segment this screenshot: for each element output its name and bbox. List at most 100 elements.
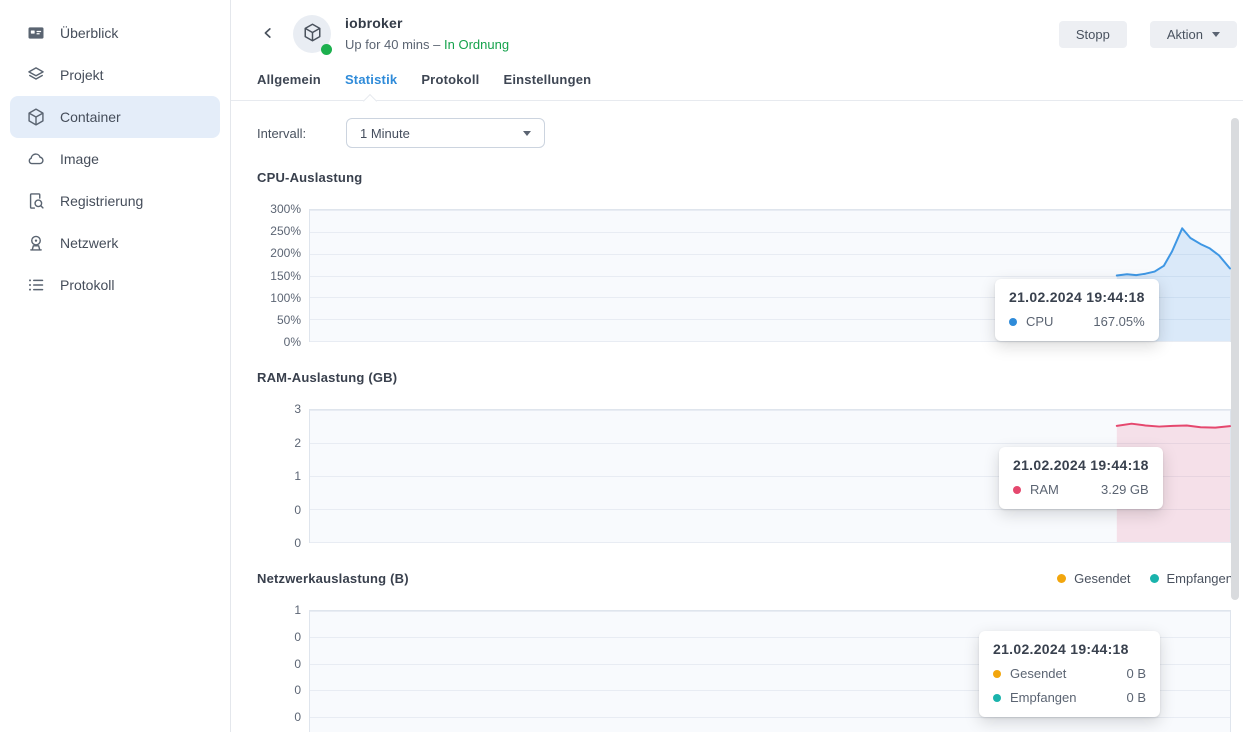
container-manager-window: Überblick Projekt Container Image Registrier…: [0, 0, 1243, 732]
tooltip-row: Gesendet 0 B: [993, 666, 1146, 681]
tab-statistik[interactable]: Statistik: [345, 72, 397, 87]
tooltip-series-label: Empfangen: [1010, 690, 1077, 705]
y-axis: 100000: [257, 603, 309, 732]
legend-dot-icon: [1149, 574, 1159, 583]
separator-text: –: [433, 36, 441, 52]
y-tick-label: 0%: [283, 335, 301, 349]
sidebar: Überblick Projekt Container Image Registrier…: [0, 0, 231, 732]
chart-header: Netzwerkauslastung (B) Gesendet Empfangen: [257, 571, 1243, 586]
gridline: [310, 611, 1230, 612]
running-status-dot: [321, 44, 332, 55]
chart-title: CPU-Auslastung: [257, 170, 363, 185]
sidebar-item-protokoll[interactable]: Protokoll: [10, 264, 220, 306]
chart-plot-area[interactable]: 21.02.2024 19:44:18 RAM 3.29 GB: [309, 409, 1231, 543]
interval-select[interactable]: 1 Minute: [346, 118, 545, 148]
y-tick-label: 300%: [270, 202, 301, 216]
tooltip-date: 21.02.2024 19:44:18: [1009, 289, 1145, 305]
chart-legend: Gesendet Empfangen: [1057, 571, 1233, 586]
uptime-text: Up for 40 mins: [345, 36, 430, 52]
series-dot-icon: [1009, 317, 1017, 326]
chart-title: RAM-Auslastung (GB): [257, 370, 398, 385]
tooltip-row: Empfangen 0 B: [993, 690, 1146, 705]
log-list-icon: [26, 275, 46, 295]
tooltip-row: RAM 3.29 GB: [1013, 482, 1149, 497]
network-hub-icon: [26, 233, 46, 253]
tooltip-series-value: 0 B: [1126, 666, 1146, 681]
tooltip-series-value: 167.05%: [1093, 314, 1145, 329]
tooltip-series-value: 3.29 GB: [1101, 482, 1149, 497]
series-dot-icon: [993, 669, 1001, 678]
legend-item: Gesendet: [1057, 571, 1131, 586]
registry-search-icon: [26, 191, 46, 211]
sidebar-item-image[interactable]: Image: [10, 138, 220, 180]
chart-netzwerk: Netzwerkauslastung (B) Gesendet Empfangen 1…: [257, 571, 1243, 732]
tab-protokoll[interactable]: Protokoll: [421, 72, 479, 87]
action-button-label: Aktion: [1166, 26, 1203, 42]
y-tick-label: 250%: [270, 224, 301, 239]
health-status-text: In Ordnung: [444, 36, 510, 52]
y-tick-label: 3: [294, 402, 301, 416]
project-layers-icon: [26, 65, 46, 85]
sidebar-item-container[interactable]: Container: [10, 96, 220, 138]
chart-plot-area[interactable]: 21.02.2024 19:44:18 Gesendet 0 B Empfangen 0…: [309, 610, 1231, 732]
tab-bar: Allgemein Statistik Protokoll Einstellungen: [231, 64, 1243, 109]
y-tick-label: 2: [294, 435, 301, 450]
chart-tooltip: 21.02.2024 19:44:18 RAM 3.29 GB: [999, 447, 1163, 509]
sidebar-item-registrierung[interactable]: Registrierung: [10, 180, 220, 222]
y-tick-label: 0: [294, 683, 301, 698]
sidebar-item-ueberblick[interactable]: Überblick: [10, 12, 220, 54]
chart-plot-area[interactable]: 21.02.2024 19:44:18 CPU 167.05%: [309, 209, 1231, 342]
y-tick-label: 50%: [276, 312, 301, 327]
chart-cpu: CPU-Auslastung 300% 250% 200% 150% 100% 50% 0% 2…: [257, 170, 1243, 349]
series-dot-icon: [1013, 485, 1021, 494]
chart-row: 10000021.02.2024 19:44:18Gesendet0 BEmpf…: [257, 603, 1243, 732]
stop-button-label: Stopp: [1075, 26, 1110, 42]
legend-label: Empfangen: [1166, 571, 1234, 586]
sidebar-item-label: Image: [60, 151, 99, 167]
overview-card-icon: [26, 23, 46, 43]
container-cube-icon: [302, 22, 323, 46]
stop-button[interactable]: Stopp: [1058, 20, 1127, 48]
y-tick-label: 1: [294, 603, 301, 617]
chart-tooltip: 21.02.2024 19:44:18 Gesendet 0 B Empfangen 0…: [979, 631, 1160, 717]
chevron-down-icon: [1212, 31, 1220, 37]
container-status-line: Up for 40 mins – In Ordnung: [345, 37, 509, 53]
container-avatar: [293, 15, 332, 55]
container-title-block: iobroker Up for 40 mins – In Ordnung: [345, 15, 509, 53]
chart-header: CPU-Auslastung: [257, 170, 1243, 185]
legend-label: Gesendet: [1074, 571, 1131, 586]
tooltip-series-label: CPU: [1026, 314, 1054, 329]
sidebar-item-label: Registrierung: [60, 193, 144, 209]
y-tick-label: 0: [294, 656, 301, 671]
chart-ram: RAM-Auslastung (GB) 3 2 1 0 0 21.02.2024 19:44…: [257, 370, 1243, 550]
tab-einstellungen[interactable]: Einstellungen: [503, 72, 591, 87]
chart-tooltip: 21.02.2024 19:44:18 CPU 167.05%: [995, 279, 1159, 341]
vertical-scrollbar-thumb[interactable]: [1231, 118, 1239, 600]
sidebar-nav: Überblick Projekt Container Image Registrier…: [0, 12, 230, 306]
action-menu-button[interactable]: Aktion: [1149, 20, 1237, 48]
y-tick-label: 150%: [270, 268, 301, 283]
y-tick-label: 0: [294, 710, 301, 725]
active-tab-notch: [362, 93, 378, 109]
chevron-down-icon: [523, 130, 531, 136]
sidebar-item-netzwerk[interactable]: Netzwerk: [10, 222, 220, 264]
tooltip-series-label: Gesendet: [1010, 666, 1067, 681]
y-tick-label: 0: [294, 502, 301, 517]
back-button[interactable]: [257, 23, 279, 45]
chart-header: RAM-Auslastung (GB): [257, 370, 1243, 385]
container-header: iobroker Up for 40 mins – In Ordnung Sto…: [231, 0, 1243, 64]
sidebar-item-projekt[interactable]: Projekt: [10, 54, 220, 96]
tooltip-series-value: 0 B: [1126, 690, 1146, 705]
y-axis: 300% 250% 200% 150% 100% 50% 0%: [257, 202, 309, 349]
y-tick-label: 1: [294, 469, 301, 483]
chart-row: 300% 250% 200% 150% 100% 50% 0% 21.02.2024 19:4…: [257, 202, 1243, 349]
tooltip-date: 21.02.2024 19:44:18: [993, 641, 1129, 657]
main-panel: iobroker Up for 40 mins – In Ordnung Sto…: [231, 0, 1243, 732]
legend-dot-icon: [1057, 574, 1067, 583]
interval-label: Intervall:: [257, 125, 307, 141]
sidebar-item-label: Container: [60, 109, 121, 125]
tab-allgemein[interactable]: Allgemein: [257, 72, 321, 87]
sidebar-item-label: Protokoll: [60, 277, 115, 293]
chevron-left-icon: [259, 24, 277, 45]
container-cube-icon: [26, 107, 46, 127]
